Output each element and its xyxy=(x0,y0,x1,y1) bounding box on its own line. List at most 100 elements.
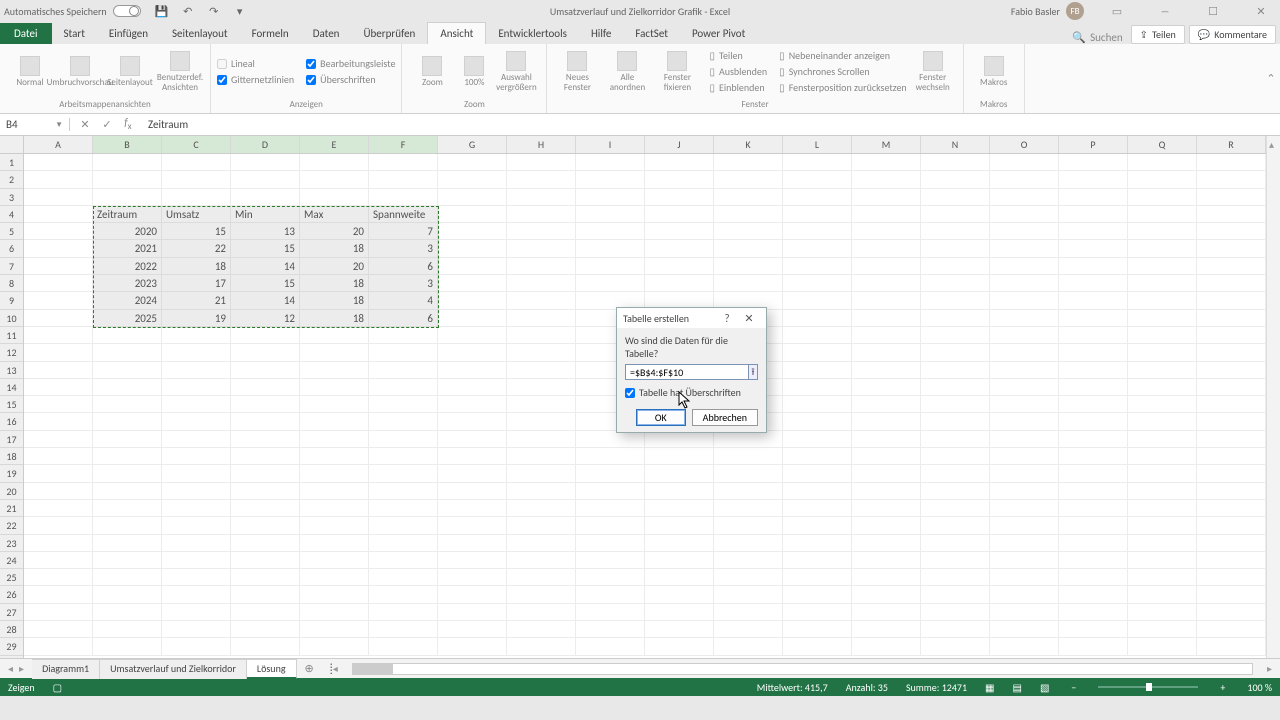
zoom-selection-button[interactable]: Auswahl vergrößern xyxy=(492,51,540,93)
cell[interactable]: 2024 xyxy=(93,292,162,309)
cell[interactable] xyxy=(507,379,576,396)
cell[interactable] xyxy=(783,396,852,413)
cell[interactable] xyxy=(1059,535,1128,552)
cell[interactable] xyxy=(1197,223,1266,240)
cell[interactable] xyxy=(921,638,990,655)
cell[interactable] xyxy=(921,154,990,171)
cell[interactable] xyxy=(783,413,852,430)
cell[interactable] xyxy=(162,431,231,448)
cell[interactable] xyxy=(714,189,783,206)
cell[interactable]: 13 xyxy=(231,223,300,240)
cell[interactable] xyxy=(783,327,852,344)
cell[interactable] xyxy=(921,223,990,240)
cell[interactable] xyxy=(1197,500,1266,517)
cell[interactable] xyxy=(1059,344,1128,361)
cell[interactable] xyxy=(369,171,438,188)
cell[interactable] xyxy=(507,638,576,655)
tab-einfügen[interactable]: Einfügen xyxy=(97,23,160,44)
cell[interactable] xyxy=(783,292,852,309)
cell[interactable] xyxy=(1128,517,1197,534)
cell[interactable] xyxy=(990,413,1059,430)
cell[interactable] xyxy=(300,344,369,361)
cell[interactable] xyxy=(369,327,438,344)
cell[interactable] xyxy=(24,310,93,327)
cell[interactable] xyxy=(369,379,438,396)
cell[interactable] xyxy=(783,379,852,396)
row-header-7[interactable]: 7 xyxy=(0,258,23,275)
cell[interactable] xyxy=(24,500,93,517)
cell[interactable] xyxy=(93,638,162,655)
cell[interactable] xyxy=(1197,362,1266,379)
cell[interactable] xyxy=(231,621,300,638)
cell[interactable] xyxy=(438,206,507,223)
tab-formeln[interactable]: Formeln xyxy=(240,23,301,44)
cell[interactable] xyxy=(300,431,369,448)
cell[interactable] xyxy=(783,604,852,621)
cell[interactable] xyxy=(921,465,990,482)
cell[interactable] xyxy=(783,240,852,257)
cell[interactable]: 3 xyxy=(369,275,438,292)
row-header-5[interactable]: 5 xyxy=(0,223,23,240)
cell[interactable] xyxy=(1197,483,1266,500)
cell[interactable] xyxy=(438,465,507,482)
cell[interactable] xyxy=(162,344,231,361)
cell[interactable] xyxy=(714,638,783,655)
cell[interactable] xyxy=(1128,258,1197,275)
cell[interactable] xyxy=(783,517,852,534)
cell[interactable] xyxy=(231,604,300,621)
cell[interactable] xyxy=(369,448,438,465)
cell[interactable] xyxy=(990,240,1059,257)
cell[interactable] xyxy=(93,413,162,430)
cell[interactable] xyxy=(438,396,507,413)
cell[interactable] xyxy=(1059,206,1128,223)
cell[interactable] xyxy=(438,552,507,569)
cell[interactable] xyxy=(921,604,990,621)
cell[interactable] xyxy=(93,448,162,465)
cancel-formula-icon[interactable]: ✕ xyxy=(80,118,89,131)
cell[interactable] xyxy=(1128,154,1197,171)
cell[interactable] xyxy=(24,292,93,309)
cell[interactable] xyxy=(852,586,921,603)
cell[interactable] xyxy=(1128,448,1197,465)
cell[interactable] xyxy=(24,189,93,206)
cell[interactable]: 17 xyxy=(162,275,231,292)
cell[interactable] xyxy=(783,362,852,379)
cell[interactable] xyxy=(369,621,438,638)
cell[interactable] xyxy=(507,483,576,500)
col-header-D[interactable]: D xyxy=(231,136,300,153)
cell[interactable] xyxy=(783,483,852,500)
zoom-100-button[interactable]: 100% xyxy=(458,56,490,88)
close-dialog-icon[interactable]: ✕ xyxy=(738,312,760,325)
view-pagelayout-button[interactable]: Seitenlayout xyxy=(106,56,154,88)
cell[interactable] xyxy=(576,189,645,206)
row-header-19[interactable]: 19 xyxy=(0,465,23,482)
cell[interactable] xyxy=(576,448,645,465)
cell[interactable] xyxy=(1197,396,1266,413)
cell[interactable]: 20 xyxy=(300,258,369,275)
cell[interactable]: 14 xyxy=(231,258,300,275)
cell[interactable] xyxy=(1128,552,1197,569)
file-tab[interactable]: Datei xyxy=(0,23,52,44)
cell[interactable] xyxy=(438,275,507,292)
cell[interactable] xyxy=(300,413,369,430)
zoom-out-icon[interactable]: − xyxy=(1067,681,1080,694)
cell[interactable] xyxy=(990,206,1059,223)
cell[interactable] xyxy=(921,171,990,188)
cell[interactable] xyxy=(1059,413,1128,430)
cell[interactable] xyxy=(645,638,714,655)
zoom-button[interactable]: Zoom xyxy=(408,56,456,88)
tab-daten[interactable]: Daten xyxy=(301,23,352,44)
row-header-10[interactable]: 10 xyxy=(0,310,23,327)
cell[interactable] xyxy=(231,535,300,552)
cell[interactable]: Min xyxy=(231,206,300,223)
cell[interactable] xyxy=(783,431,852,448)
cell[interactable]: 6 xyxy=(369,310,438,327)
cell[interactable]: 18 xyxy=(300,292,369,309)
cell[interactable] xyxy=(990,344,1059,361)
cell[interactable] xyxy=(507,621,576,638)
horizontal-scrollbar[interactable] xyxy=(352,663,1253,675)
cell[interactable] xyxy=(507,344,576,361)
cell[interactable] xyxy=(990,310,1059,327)
close-icon[interactable]: ✕ xyxy=(1246,2,1276,20)
cell[interactable] xyxy=(24,535,93,552)
